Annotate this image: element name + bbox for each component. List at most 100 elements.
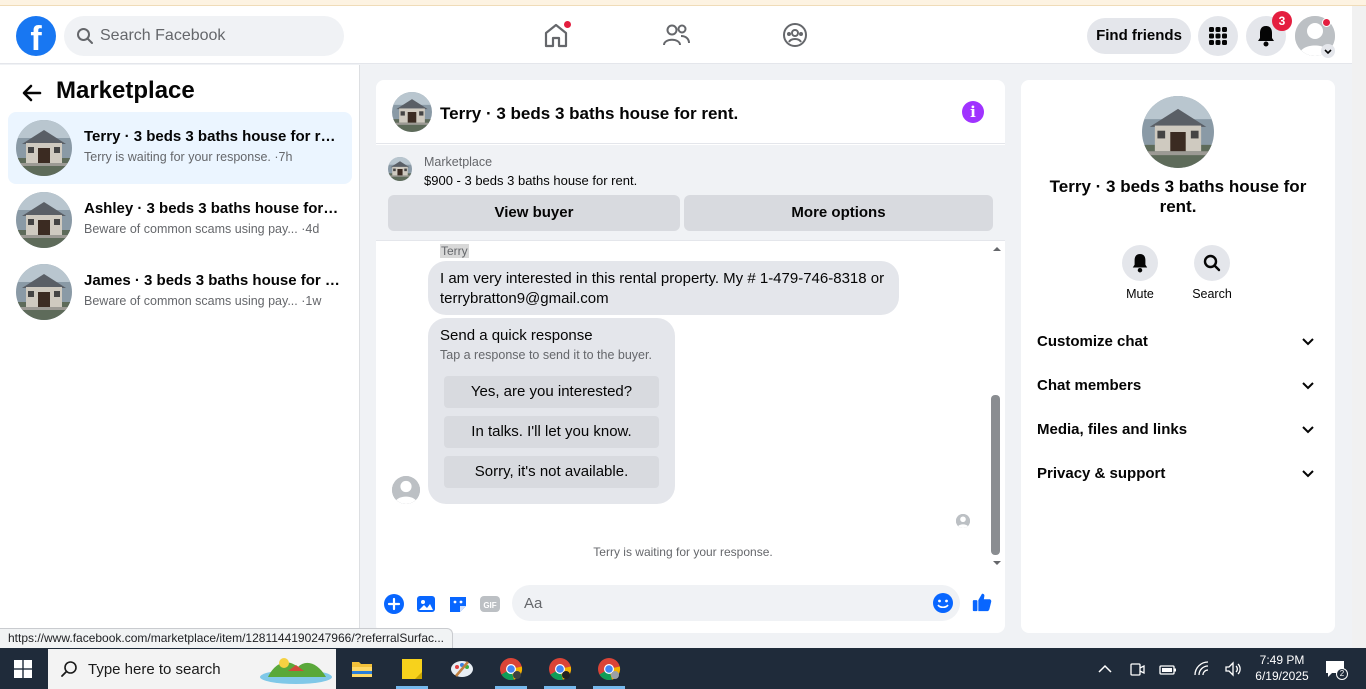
- facebook-search-input[interactable]: Search Facebook: [64, 16, 344, 56]
- clock-date: 6/19/2025: [1255, 669, 1309, 683]
- listing-thumbnail: [1142, 96, 1214, 168]
- bell-icon: [1258, 26, 1274, 47]
- chevron-down-icon: [1302, 382, 1314, 390]
- message-input[interactable]: Aa: [512, 585, 960, 621]
- conversation-preview: Beware of common scams using pay... ·4d: [84, 222, 344, 236]
- thumbs-up-icon[interactable]: [971, 591, 993, 613]
- chrome-app-1[interactable]: [487, 648, 535, 689]
- mute-label: Mute: [1126, 287, 1154, 301]
- section-label: Privacy & support: [1037, 465, 1166, 482]
- facebook-topbar: f Search Facebook Find friends 3: [0, 6, 1352, 64]
- scroll-down-icon[interactable]: [991, 559, 1003, 567]
- search-placeholder: Search Facebook: [100, 27, 226, 44]
- page-scrollbar[interactable]: [1352, 6, 1366, 648]
- listing-thumbnail: [388, 157, 412, 181]
- default-avatar-icon: [392, 476, 420, 504]
- section-label: Customize chat: [1037, 333, 1148, 350]
- notification-center-button[interactable]: 2: [1324, 658, 1348, 680]
- system-clock[interactable]: 7:49 PM 6/19/2025: [1250, 652, 1314, 684]
- folder-icon: [352, 662, 372, 677]
- taskbar-search-input[interactable]: Type here to search: [48, 649, 336, 689]
- back-arrow-icon[interactable]: [20, 81, 44, 105]
- chrome-app-3[interactable]: [585, 648, 633, 689]
- preview-text: Terry is waiting for your response.: [84, 150, 271, 164]
- volume-icon[interactable]: [1224, 660, 1242, 678]
- conversation-item-terry[interactable]: Terry · 3 beds 3 baths house for re... T…: [8, 112, 352, 184]
- notification-count-badge: 3: [1272, 11, 1292, 31]
- view-buyer-button[interactable]: View buyer: [388, 195, 680, 231]
- profile-notification-dot: [1322, 18, 1331, 27]
- scrollbar-thumb[interactable]: [991, 395, 1000, 555]
- conversation-name: Ashley · 3 beds 3 baths house for r...: [84, 200, 340, 217]
- default-avatar-icon: [956, 514, 970, 528]
- conversation-item-ashley[interactable]: Ashley · 3 beds 3 baths house for r... B…: [8, 184, 352, 256]
- more-options-button[interactable]: More options: [684, 195, 993, 231]
- chevron-down-icon[interactable]: [1321, 44, 1335, 58]
- listing-thumbnail[interactable]: [392, 92, 432, 132]
- find-friends-button[interactable]: Find friends: [1087, 18, 1191, 54]
- chevron-down-icon: [1302, 470, 1314, 478]
- home-notification-dot: [563, 20, 572, 29]
- chrome-icon: [549, 658, 572, 681]
- friends-icon[interactable]: [661, 20, 691, 50]
- facebook-logo[interactable]: f: [16, 16, 56, 56]
- message-placeholder: Aa: [524, 595, 543, 612]
- marketplace-inbox: Marketplace Terry · 3 beds 3 baths house…: [0, 65, 360, 648]
- section-label: Media, files and links: [1037, 421, 1188, 438]
- chevron-up-icon[interactable]: [1096, 660, 1114, 678]
- search-conversation-button[interactable]: Search: [1182, 245, 1242, 301]
- emoji-icon[interactable]: [932, 592, 954, 614]
- conversation-item-james[interactable]: James · 3 beds 3 baths house for r... Be…: [8, 256, 352, 328]
- scroll-up-icon[interactable]: [991, 245, 1003, 253]
- sticker-icon[interactable]: [447, 593, 469, 615]
- file-explorer-app[interactable]: [338, 648, 386, 689]
- meet-now-icon[interactable]: [1128, 660, 1146, 678]
- conversation-name: James · 3 beds 3 baths house for r...: [84, 272, 340, 289]
- search-icon: [77, 28, 93, 44]
- chat-window: Terry · 3 beds 3 baths house for rent. i…: [376, 80, 1005, 633]
- photo-icon[interactable]: [415, 593, 437, 615]
- windows-start-icon[interactable]: [14, 660, 32, 678]
- chat-title[interactable]: Terry · 3 beds 3 baths house for rent.: [440, 104, 738, 124]
- chat-header: Terry · 3 beds 3 baths house for rent. i: [376, 80, 1005, 144]
- search-highlight-image: [260, 658, 332, 684]
- listing-price[interactable]: $900 - 3 beds 3 baths house for rent.: [424, 173, 637, 188]
- conversation-preview: Beware of common scams using pay... ·1w: [84, 294, 344, 308]
- quick-response-option[interactable]: Sorry, it's not available.: [444, 456, 659, 488]
- customize-chat-section[interactable]: Customize chat: [1037, 322, 1319, 362]
- privacy-support-section[interactable]: Privacy & support: [1037, 454, 1319, 494]
- quick-response-option[interactable]: Yes, are you interested?: [444, 376, 659, 408]
- section-label: Chat members: [1037, 377, 1142, 394]
- chat-members-section[interactable]: Chat members: [1037, 366, 1319, 406]
- listing-thumbnail: [16, 120, 72, 176]
- conversation-time: ·1w: [301, 294, 322, 308]
- details-title: Terry · 3 beds 3 baths house for rent.: [1049, 177, 1307, 216]
- wifi-icon[interactable]: [1193, 660, 1211, 678]
- listing-thumbnail: [16, 264, 72, 320]
- grid-menu-icon: [1209, 27, 1227, 45]
- chrome-icon: [500, 658, 523, 681]
- info-icon[interactable]: i: [962, 101, 984, 123]
- plus-circle-icon[interactable]: [383, 593, 405, 615]
- conversation-time: ·4d: [301, 222, 320, 236]
- sticky-notes-app[interactable]: [388, 648, 436, 689]
- gif-icon[interactable]: GIF: [479, 593, 501, 615]
- conversation-details-panel: Terry · 3 beds 3 baths house for rent. M…: [1021, 80, 1335, 633]
- clock-time: 7:49 PM: [1259, 653, 1305, 667]
- paint-app[interactable]: [438, 648, 486, 689]
- chrome-app-2[interactable]: [536, 648, 584, 689]
- battery-icon[interactable]: [1159, 660, 1177, 678]
- quick-response-card: Send a quick response Tap a response to …: [428, 318, 675, 504]
- media-files-links-section[interactable]: Media, files and links: [1037, 410, 1319, 450]
- groups-icon[interactable]: [780, 20, 810, 50]
- mute-button[interactable]: Mute: [1110, 245, 1170, 301]
- conversation-name: Terry · 3 beds 3 baths house for re...: [84, 128, 340, 145]
- quick-response-option[interactable]: In talks. I'll let you know.: [444, 416, 659, 448]
- menu-button[interactable]: [1198, 16, 1238, 56]
- notification-count: 2: [1336, 668, 1348, 680]
- seen-avatar: [956, 514, 970, 528]
- preview-text: Beware of common scams using pay...: [84, 294, 298, 308]
- chevron-down-icon: [1302, 426, 1314, 434]
- sender-avatar[interactable]: [392, 476, 420, 504]
- waiting-status: Terry is waiting for your response.: [593, 545, 773, 559]
